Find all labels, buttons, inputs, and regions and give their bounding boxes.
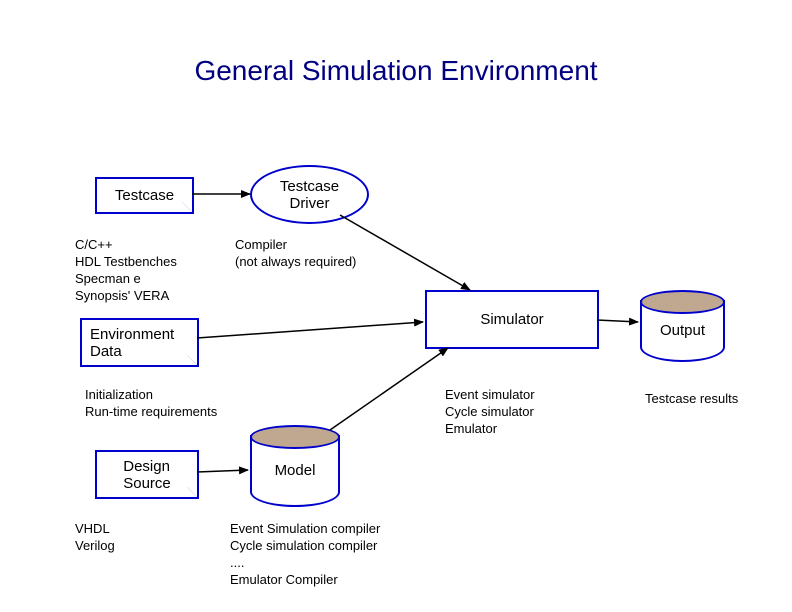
env-data-desc-label: Initialization Run-time requirements [85, 387, 217, 421]
compiler-label: Compiler (not always required) [235, 237, 356, 271]
simulator-node: Simulator [425, 290, 599, 349]
model-node: Model [250, 425, 340, 505]
testcase-driver-node: Testcase Driver [250, 165, 369, 224]
page-title: General Simulation Environment [0, 55, 792, 87]
simulator-types-label: Event simulator Cycle simulator Emulator [445, 387, 535, 438]
output-node: Output [640, 290, 725, 360]
environment-data-node: Environment Data [80, 318, 199, 367]
model-label: Model [275, 462, 316, 479]
simulator-label: Simulator [480, 311, 543, 328]
model-compilers-label: Event Simulation compiler Cycle simulati… [230, 521, 380, 589]
design-source-label: Design Source [123, 458, 171, 492]
testcase-driver-label: Testcase Driver [280, 178, 339, 212]
output-desc-label: Testcase results [645, 391, 738, 408]
design-source-node: Design Source [95, 450, 199, 499]
testcase-langs-label: C/C++ HDL Testbenches Specman e Synopsis… [75, 237, 177, 305]
environment-data-label: Environment Data [82, 326, 197, 360]
testcase-node: Testcase [95, 177, 194, 214]
testcase-label: Testcase [115, 187, 174, 204]
output-label: Output [660, 322, 705, 339]
design-source-langs-label: VHDL Verilog [75, 521, 115, 555]
